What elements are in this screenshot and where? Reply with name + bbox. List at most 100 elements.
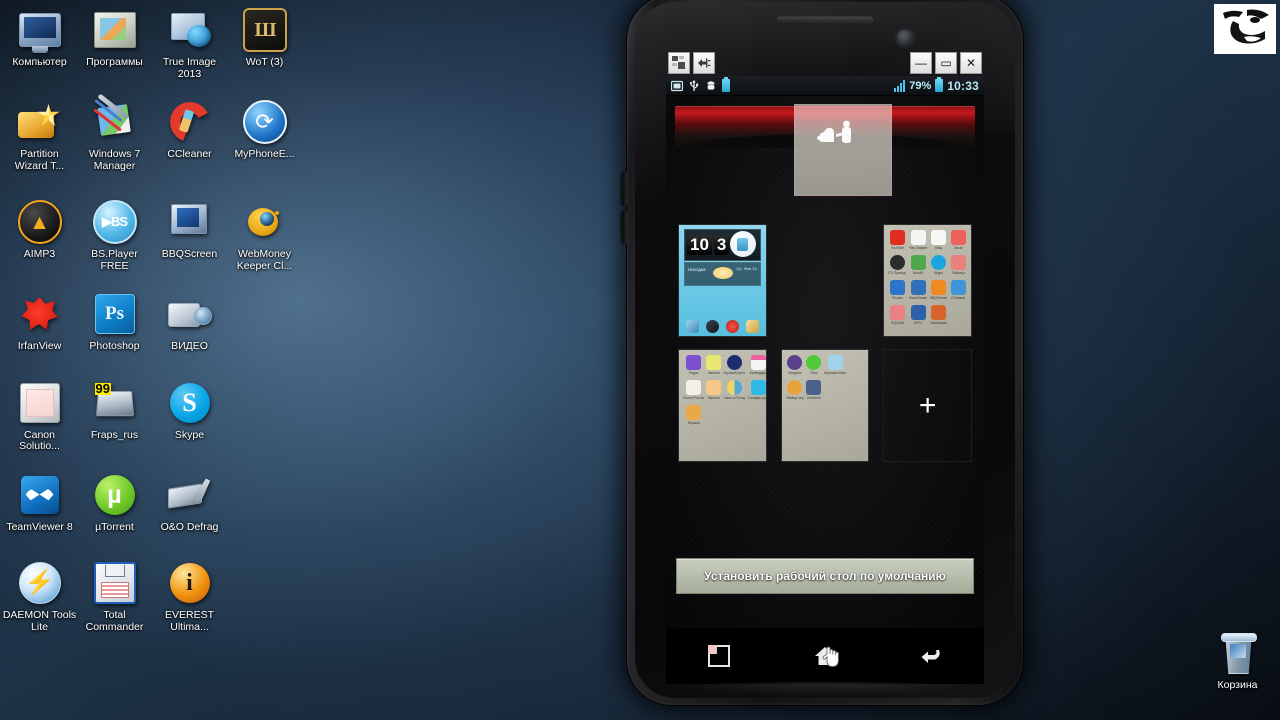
app-cell[interactable]: ES Провод.	[888, 255, 907, 275]
desktop-icon-everest[interactable]: i EVEREST Ultima...	[152, 555, 227, 633]
app-cell[interactable]: Календарь	[747, 355, 766, 375]
volume-up-button[interactable]	[622, 172, 628, 206]
myphoneexplorer-icon: ⟳	[241, 98, 289, 146]
status-bar-clock: 10:33	[947, 78, 979, 93]
app-cell[interactable]: Почта Россия	[683, 380, 704, 400]
clock-hours: 10	[687, 235, 712, 255]
app-cell[interactable]: YouTube	[888, 230, 906, 250]
page-thumbnail-grid: 10 3 Находка Ср, Фев 13 YouTube Play Мар…	[678, 224, 972, 462]
app-cell[interactable]: Telegram	[786, 355, 804, 375]
desktop-icon-canon-solution[interactable]: Canon Solutio...	[2, 375, 77, 453]
volume-down-button[interactable]	[622, 210, 628, 244]
app-cell[interactable]: CCleaner	[949, 280, 967, 300]
icon-row: TeamViewer 8 µ µTorrent O&O Defrag	[2, 467, 302, 534]
set-default-desktop-button[interactable]: Установить рабочий стол по умолчанию	[676, 558, 974, 594]
desktop-icon-wot[interactable]: Ш WoT (3)	[227, 2, 302, 80]
add-page-slot[interactable]: +	[883, 349, 972, 462]
app-cell[interactable]: Радио	[683, 355, 704, 375]
back-button[interactable]	[911, 639, 951, 673]
layout-icon[interactable]	[668, 52, 690, 74]
desktop-icon-fraps[interactable]: Fraps_rus	[77, 375, 152, 453]
print-app-icon	[889, 280, 905, 295]
app-cell[interactable]: BBQScreen	[930, 280, 947, 300]
desktop-icon-label: True Image 2013	[162, 56, 217, 80]
recents-button[interactable]	[699, 639, 739, 673]
desktop-icon-aimp3[interactable]: ▲ AIMP3	[2, 194, 77, 272]
desktop-icon-true-image[interactable]: True Image 2013	[152, 2, 227, 80]
app-label: Часы и Погода	[723, 396, 746, 400]
keyboard-manager-app-icon	[827, 355, 843, 370]
maximize-button[interactable]: ▭	[935, 52, 957, 74]
russian-post-app-icon	[686, 380, 702, 395]
notes2-app-icon	[706, 380, 722, 395]
dragged-page-ghost[interactable]	[794, 104, 892, 196]
app-cell[interactable]: Музыка	[683, 405, 704, 425]
app-cell[interactable]: Play Маркет	[909, 230, 928, 250]
page-thumbnail-3[interactable]: YouTube Play Маркет eBay Gmail ES Провод…	[883, 224, 972, 337]
desktop-icon-ccleaner[interactable]: CCleaner	[152, 94, 227, 172]
desktop-icon-utorrent[interactable]: µ µTorrent	[77, 467, 152, 534]
desktop-icon-oo-defrag[interactable]: O&O Defrag	[152, 467, 227, 534]
app-cell[interactable]: TeamViewer	[909, 280, 928, 300]
home-button[interactable]	[805, 639, 845, 673]
desktop-icon-skype[interactable]: S Skype	[152, 375, 227, 453]
phone-mirror-window[interactable]: — ▭ ✕ 79% 10:33 10 3 Находка Ср, Фев 13 …	[622, 0, 1024, 706]
desktop-icon-partition-wizard[interactable]: Partition Wizard T...	[2, 94, 77, 172]
desktop-icon-programs[interactable]: Программы	[77, 2, 152, 80]
app-cell[interactable]: eBay	[930, 230, 948, 250]
app-cell[interactable]: Таблица	[949, 255, 967, 275]
app-label: Радио	[688, 371, 699, 375]
desktop-icon-bsplayer[interactable]: ▶BS BS.Player FREE	[77, 194, 152, 272]
camera-shortcut-icon[interactable]	[746, 320, 760, 333]
partition-wizard-icon	[16, 98, 64, 146]
desktop-icon-recycle-bin[interactable]: Корзина	[1200, 625, 1275, 692]
app-cell[interactable]: Заметки	[706, 355, 722, 375]
plug-icon[interactable]	[693, 52, 715, 74]
desktop-icon-label: Windows 7 Manager	[88, 148, 141, 172]
app-cell[interactable]: Навигация	[930, 305, 948, 325]
app-cell[interactable]: Часы и Погода	[723, 380, 745, 400]
app-cell[interactable]: Keyboard Manager	[824, 355, 846, 375]
gallery-shortcut-icon[interactable]	[685, 320, 699, 333]
desktop-icon-video[interactable]: ВИДЕО	[152, 286, 227, 353]
battery-charging-icon	[722, 77, 730, 92]
page-thumbnail-1[interactable]: 10 3 Находка Ср, Фев 13	[678, 224, 767, 337]
app-cell[interactable]: Печать	[888, 280, 906, 300]
desktop-icon-photoshop[interactable]: Ps Photoshop	[77, 286, 152, 353]
page-thumbnail-4[interactable]: Радио Заметки Игровой Центр Календарь По…	[678, 349, 767, 462]
teamviewer-app-icon	[910, 280, 926, 295]
desktop-icon-windows7-manager[interactable]: Windows 7 Manager	[77, 94, 152, 172]
icon-row: ▲ AIMP3 ▶BS BS.Player FREE BBQScreen Web…	[2, 194, 302, 272]
app-cell[interactable]: Zarchiver	[806, 380, 822, 400]
navigation-app-icon	[930, 305, 946, 320]
opera-shortcut-icon[interactable]	[725, 320, 739, 333]
desktop-icon-teamviewer[interactable]: TeamViewer 8	[2, 467, 77, 534]
battery-icon	[935, 77, 944, 92]
app-cell[interactable]: AIPC	[909, 305, 928, 325]
app-label: Печать	[891, 296, 903, 300]
desktop-icon-irfanview[interactable]: IrfanView	[2, 286, 77, 353]
app-cell[interactable]: Gmail	[949, 230, 967, 250]
browser-shortcut-icon[interactable]	[705, 320, 719, 333]
minimize-button[interactable]: —	[910, 52, 932, 74]
page-thumbnail-5[interactable]: Telegram Root Keyboard Manager Убийцы иг…	[780, 349, 870, 462]
desktop-icon-myphoneexplorer[interactable]: ⟳ MyPhoneE...	[227, 94, 302, 172]
close-button[interactable]: ✕	[960, 52, 982, 74]
desktop-icon-bbqscreen[interactable]: BBQScreen	[152, 194, 227, 272]
desktop-icon-computer[interactable]: Компьютер	[2, 2, 77, 80]
app-cell[interactable]: Словарь русский	[747, 380, 766, 400]
desktop-icon-total-commander[interactable]: Total Commander	[77, 555, 152, 633]
desktop-icon-webmoney[interactable]: WebMoney Keeper Cl...	[227, 194, 302, 272]
webmoney-icon	[241, 198, 289, 246]
desktop-icon-daemon-tools[interactable]: ⚡ DAEMON Tools Lite	[2, 555, 77, 633]
app-cell[interactable]: SQLEdit	[888, 305, 906, 325]
app-cell[interactable]: Root	[806, 355, 822, 375]
app-cell[interactable]: Заметки	[706, 380, 722, 400]
app-cell[interactable]: Игровой Центр	[723, 355, 745, 375]
mirror-toolbar	[668, 52, 715, 74]
app-cell[interactable]: Skype	[930, 255, 948, 275]
app-cell[interactable]: Убийцы игр	[786, 380, 804, 400]
radio-app-icon	[686, 355, 702, 370]
app-cell[interactable]: DroidS	[909, 255, 928, 275]
desktop-icon-label: Photoshop	[89, 340, 140, 352]
